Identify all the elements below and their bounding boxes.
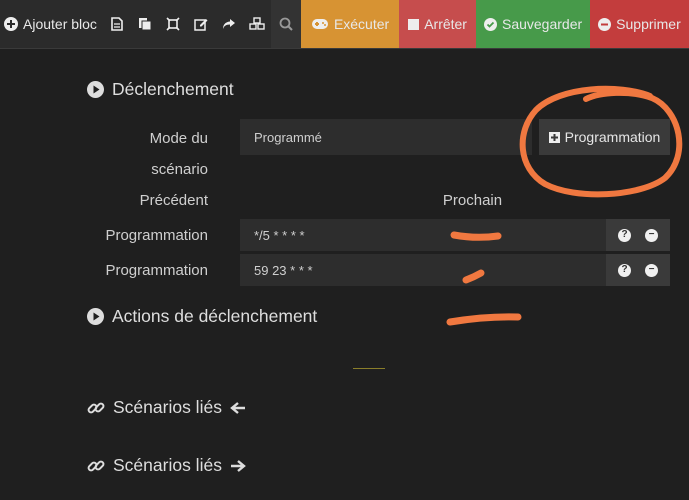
next-label: Prochain (442, 192, 503, 209)
edit-icon (194, 19, 208, 31)
file-icon (111, 17, 123, 31)
execute-button[interactable]: Exécuter (300, 0, 400, 48)
search-icon (279, 17, 293, 31)
search-button[interactable] (270, 0, 301, 48)
gamepad-icon (311, 19, 328, 29)
linked-scenarios-outgoing-text: Scénarios liés (113, 455, 222, 475)
play-circle-icon (87, 81, 104, 98)
expand-icon (166, 17, 180, 31)
linked-scenarios-incoming-text: Scénarios liés (113, 397, 222, 417)
file-icon-button[interactable] (103, 0, 131, 48)
cron-input[interactable]: 59 23 * * * (240, 254, 606, 286)
linked-scenarios-incoming-title[interactable]: Scénarios liés (87, 397, 246, 418)
save-label: Sauvegarder (501, 16, 583, 32)
programming-button[interactable]: Programmation (539, 119, 670, 155)
previous-label: Précédent (139, 192, 208, 209)
delete-label: Supprimer (616, 16, 681, 32)
add-block-label: Ajouter bloc (23, 16, 97, 32)
save-button[interactable]: Sauvegarder (475, 0, 591, 48)
row-actions: ? − (606, 219, 670, 251)
mode-select[interactable]: Programmé (240, 119, 532, 155)
copy-icon (138, 18, 152, 31)
stop-label: Arrêter (424, 16, 467, 32)
programming-button-label: Programmation (564, 129, 661, 145)
mode-label: Mode du scénario (149, 130, 208, 178)
annotation-stroke (446, 313, 522, 326)
plus-square-icon (548, 131, 560, 143)
cubes-icon-button[interactable] (243, 0, 271, 48)
arrow-right-icon (230, 459, 246, 472)
linked-scenarios-outgoing-title[interactable]: Scénarios liés (87, 455, 246, 476)
stop-square-icon (408, 18, 420, 30)
delete-button[interactable]: Supprimer (590, 0, 689, 48)
check-circle-icon (483, 17, 497, 31)
remove-icon[interactable]: − (645, 228, 658, 242)
link-icon (87, 402, 105, 413)
edit-icon-button[interactable] (187, 0, 215, 48)
cron-input-value: */5 * * * * (254, 227, 305, 243)
minus-circle-icon (598, 17, 612, 31)
plus-circle-icon (4, 17, 18, 31)
mode-select-caret: ⌃ (522, 127, 530, 137)
arrow-left-icon (230, 401, 245, 414)
cron-input-value: 59 23 * * * (254, 262, 313, 278)
copy-icon-button[interactable] (131, 0, 159, 48)
share-arrow-icon (222, 19, 235, 29)
schedule-row-label: Programmation (105, 227, 208, 244)
divider (353, 368, 385, 369)
add-block-button[interactable]: Ajouter bloc (0, 0, 103, 48)
link-icon (87, 460, 105, 471)
toolbar: Ajouter bloc Exécuter Arrêter Sauvegarde… (0, 0, 689, 49)
cron-input[interactable]: */5 * * * * (240, 219, 606, 251)
trigger-actions-title-text: Actions de déclenchement (112, 306, 318, 326)
remove-icon[interactable]: − (645, 263, 658, 277)
execute-label: Exécuter (333, 16, 390, 32)
expand-icon-button[interactable] (159, 0, 187, 48)
mode-select-value: Programmé (254, 129, 322, 145)
cubes-icon (249, 17, 265, 30)
help-icon[interactable]: ? (618, 228, 631, 242)
stop-button[interactable]: Arrêter (399, 0, 476, 48)
help-icon[interactable]: ? (618, 263, 631, 277)
play-circle-icon (87, 308, 104, 325)
share-icon-button[interactable] (215, 0, 243, 48)
trigger-section-title[interactable]: Déclenchement (87, 79, 234, 100)
trigger-actions-section-title[interactable]: Actions de déclenchement (87, 306, 317, 327)
trigger-title-text: Déclenchement (112, 79, 234, 99)
row-actions: ? − (606, 254, 670, 286)
schedule-row-label: Programmation (105, 262, 208, 279)
